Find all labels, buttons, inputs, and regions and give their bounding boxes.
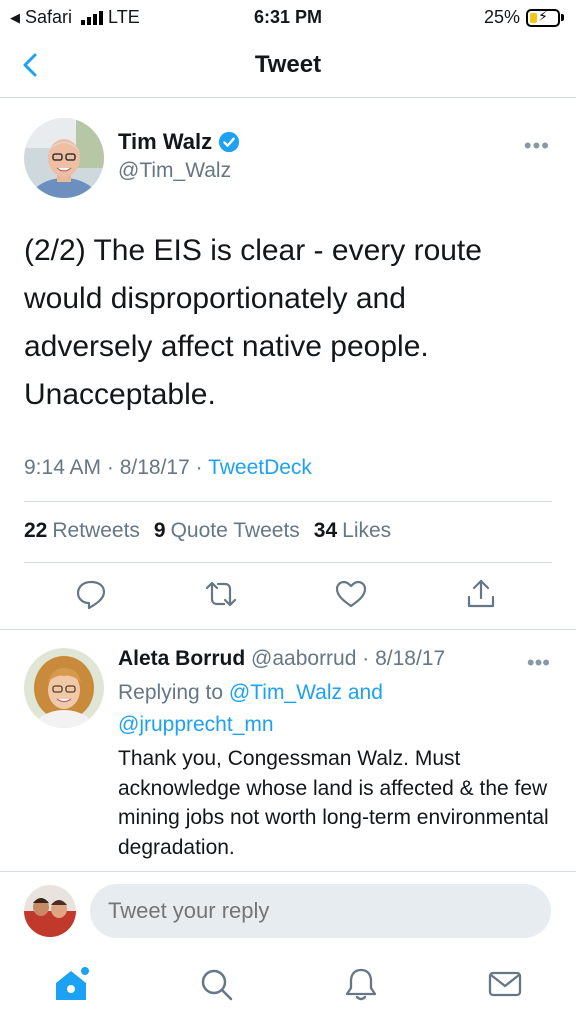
retweet-icon[interactable] bbox=[204, 577, 238, 611]
mention-link[interactable]: @Tim_Walz bbox=[229, 681, 342, 704]
notifications-icon[interactable] bbox=[342, 965, 380, 1003]
timestamp-text: 9:14 AM · 8/18/17 · bbox=[24, 456, 209, 479]
nav-header: Tweet bbox=[0, 34, 576, 98]
mention-link[interactable]: @jrupprecht_mn bbox=[118, 713, 274, 736]
charging-bolt-icon: ⚡ bbox=[538, 7, 548, 24]
retweets-label: Retweets bbox=[52, 519, 140, 542]
divider bbox=[24, 501, 552, 502]
battery-icon: ⚡ bbox=[526, 7, 560, 27]
author-name-text: Tim Walz bbox=[118, 129, 213, 154]
likes-stat[interactable]: 34 Likes bbox=[314, 519, 391, 543]
author-handle[interactable]: @Tim_Walz bbox=[118, 159, 231, 183]
author-name[interactable]: Tim Walz bbox=[118, 129, 240, 155]
tweet-actions bbox=[0, 577, 576, 617]
page-title: Tweet bbox=[254, 51, 322, 78]
likes-count: 34 bbox=[313, 519, 338, 542]
avatar[interactable] bbox=[24, 648, 104, 728]
reply-text: Thank you, Congessman Walz. Must acknowl… bbox=[118, 747, 549, 859]
reply-icon[interactable] bbox=[74, 577, 108, 611]
search-icon[interactable] bbox=[197, 965, 235, 1003]
reply-composer bbox=[0, 871, 576, 951]
retweets-stat[interactable]: 22 Retweets bbox=[24, 519, 140, 543]
status-right: 25% ⚡ bbox=[484, 7, 564, 28]
reply-tweet[interactable]: Aleta Borrud @aaborrud · 8/18/17 ••• Rep… bbox=[0, 630, 576, 870]
messages-icon[interactable] bbox=[486, 965, 524, 1003]
replying-prefix: Replying to bbox=[118, 681, 229, 704]
reply-input[interactable] bbox=[90, 884, 551, 938]
quotes-count: 9 bbox=[153, 519, 166, 542]
verified-badge-icon bbox=[219, 131, 240, 153]
status-bar: ◀ Safari LTE 6:31 PM 25% ⚡ bbox=[0, 0, 576, 34]
replying-to: Replying to @Tim_Walz and @jrupprecht_mn bbox=[118, 677, 538, 741]
likes-label: Likes bbox=[342, 519, 392, 542]
quotes-stat[interactable]: 9 Quote Tweets bbox=[154, 519, 300, 543]
reply-author-handle[interactable]: @aaborrud · 8/18/17 bbox=[251, 647, 445, 670]
battery-percent: 25% bbox=[483, 7, 520, 27]
share-icon[interactable] bbox=[464, 577, 498, 611]
reply-author-name[interactable]: Aleta Borrud bbox=[118, 647, 245, 670]
avatar[interactable] bbox=[24, 118, 104, 198]
more-options-icon[interactable]: ••• bbox=[527, 650, 550, 676]
tweet-timestamp: 9:14 AM · 8/18/17 · TweetDeck bbox=[24, 456, 312, 480]
tweet-stats: 22 Retweets 9 Quote Tweets 34 Likes bbox=[24, 519, 391, 543]
quotes-label: Quote Tweets bbox=[170, 519, 300, 542]
battery-nub bbox=[561, 14, 564, 21]
tweet-text: (2/2) The EIS is clear - every route wou… bbox=[24, 234, 482, 411]
avatar[interactable] bbox=[24, 885, 76, 937]
home-icon[interactable] bbox=[52, 965, 90, 1003]
more-options-icon[interactable]: ••• bbox=[524, 133, 550, 159]
reply-header: Aleta Borrud @aaborrud · 8/18/17 bbox=[118, 647, 445, 671]
tweet-source-link[interactable]: TweetDeck bbox=[208, 456, 312, 479]
like-icon[interactable] bbox=[334, 577, 368, 611]
replying-and: and bbox=[342, 681, 383, 704]
divider bbox=[24, 562, 552, 563]
retweets-count: 22 bbox=[24, 519, 48, 542]
tab-bar bbox=[0, 951, 576, 1024]
